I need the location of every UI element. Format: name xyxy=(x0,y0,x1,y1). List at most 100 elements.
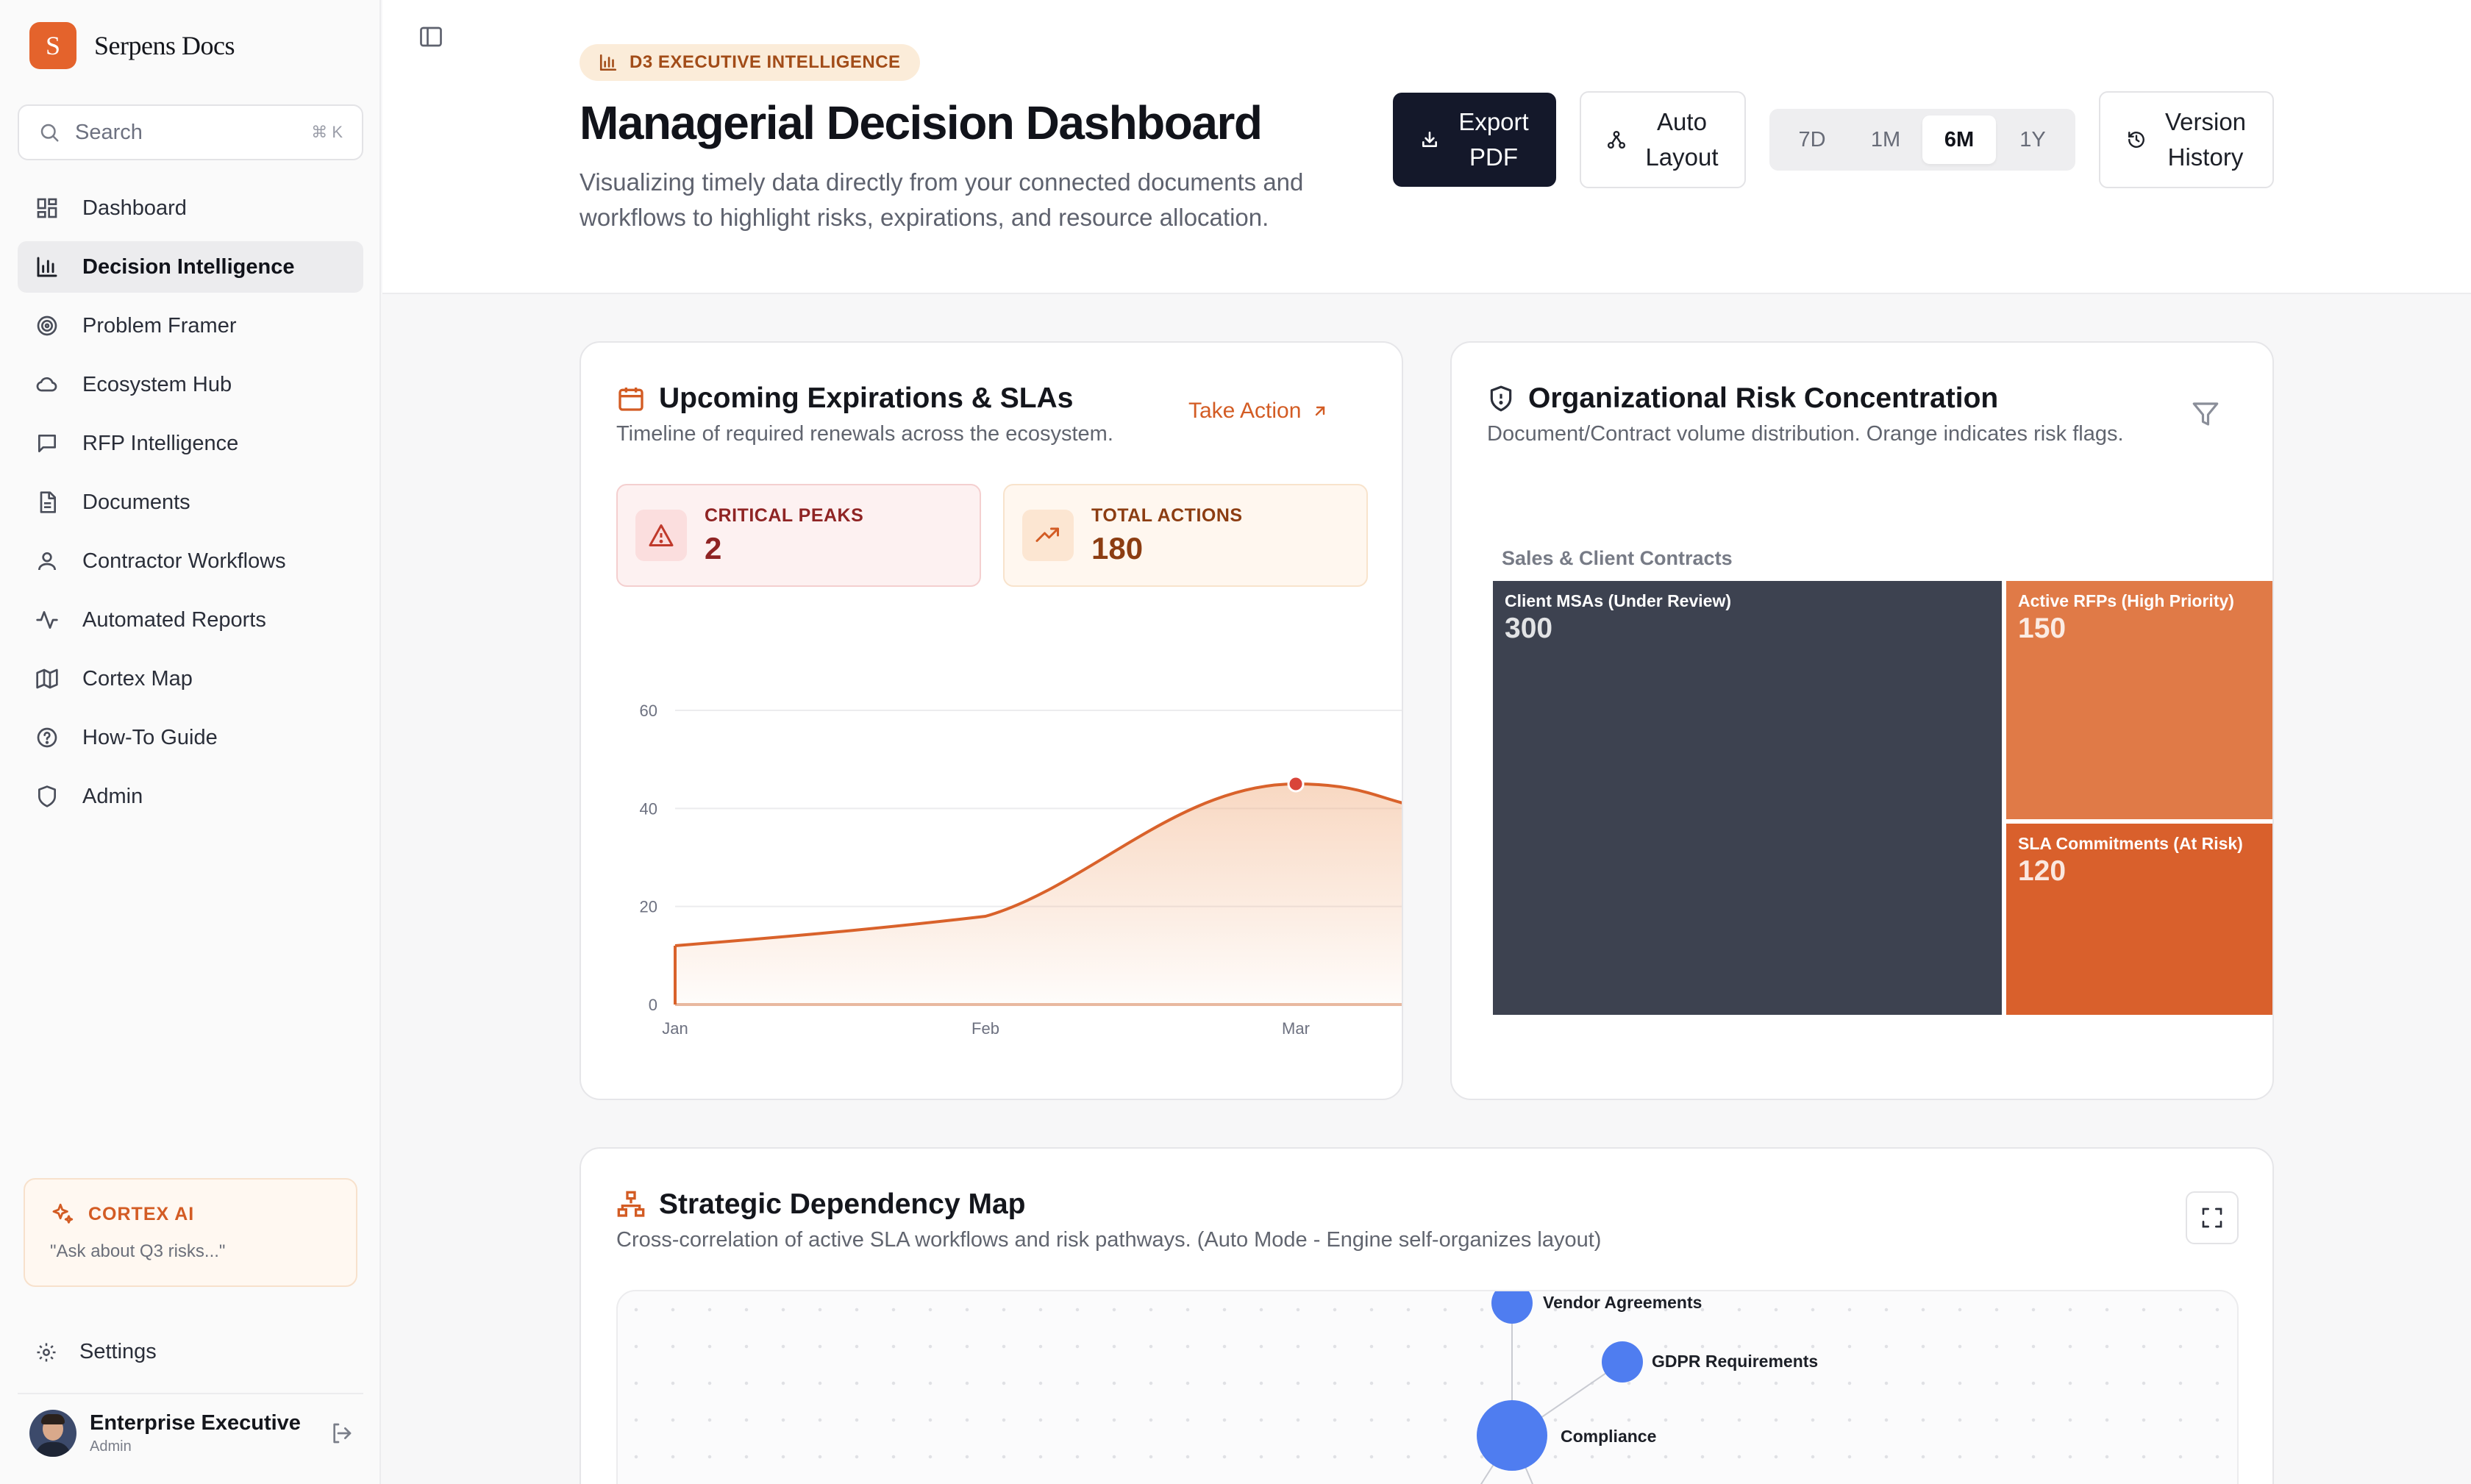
cortex-ai-card[interactable]: CORTEX AI "Ask about Q3 risks..." xyxy=(24,1178,357,1287)
cortex-ai-title: CORTEX AI xyxy=(88,1203,195,1224)
peak-point[interactable] xyxy=(1287,775,1305,793)
sidebar-item-contractor-workflows[interactable]: Contractor Workflows xyxy=(18,535,363,587)
y-tick-label: 20 xyxy=(640,898,657,916)
y-tick-label: 40 xyxy=(640,799,657,818)
version-history-button[interactable]: Version History xyxy=(2099,91,2274,188)
graph-node[interactable] xyxy=(1477,1400,1547,1471)
node-label: Compliance xyxy=(1561,1427,1657,1446)
treemap-group-label: Sales & Client Contracts xyxy=(1502,547,1733,569)
sidebar-item-how-to-guide[interactable]: How-To Guide xyxy=(18,712,363,763)
sidebar-item-label: Decision Intelligence xyxy=(82,254,295,279)
bar-chart-icon xyxy=(34,254,60,280)
user-info: Enterprise Executive Admin xyxy=(90,1411,329,1455)
auto-layout-button[interactable]: Auto Layout xyxy=(1580,91,1746,188)
settings-label: Settings xyxy=(79,1340,157,1363)
expand-button[interactable] xyxy=(2186,1191,2239,1244)
cortex-ai-header: CORTEX AI xyxy=(50,1202,331,1227)
time-range-selector: 7D 1M 6M 1Y xyxy=(1769,109,2075,171)
user-role: Admin xyxy=(90,1438,132,1455)
panel-left-icon xyxy=(420,26,442,47)
treemap-cell[interactable]: Active RFPs (High Priority) 150 xyxy=(2006,581,2272,819)
export-pdf-label: Export PDF xyxy=(1458,108,1529,171)
range-1m[interactable]: 1M xyxy=(1849,115,1922,164)
sidebar-item-dashboard[interactable]: Dashboard xyxy=(18,182,363,234)
file-text-icon xyxy=(34,489,60,516)
range-6m[interactable]: 6M xyxy=(1922,115,1996,164)
logout-icon[interactable] xyxy=(329,1421,353,1445)
x-tick-label: Feb xyxy=(971,1019,999,1038)
treemap-cell-value: 150 xyxy=(2018,613,2067,644)
filter-icon xyxy=(2192,402,2219,426)
maximize-icon xyxy=(2202,1207,2222,1228)
sidebar-item-label: Automated Reports xyxy=(82,607,266,632)
expirations-card: Upcoming Expirations & SLAs Timeline of … xyxy=(580,341,1403,1100)
grid-icon xyxy=(34,195,60,221)
sidebar-item-label: Contractor Workflows xyxy=(82,549,286,573)
node-label: Vendor Agreements xyxy=(1543,1293,1702,1312)
search-icon xyxy=(40,124,59,142)
cortex-ai-prompt: "Ask about Q3 risks..." xyxy=(50,1241,226,1261)
brand-logo: S xyxy=(29,22,76,69)
dependency-graph xyxy=(1477,1291,1643,1484)
sidebar-item-ecosystem-hub[interactable]: Ecosystem Hub xyxy=(18,359,363,410)
risk-subtitle: Document/Contract volume distribution. O… xyxy=(1487,422,2124,446)
filter-button[interactable] xyxy=(2190,399,2221,433)
auto-layout-label: Auto Layout xyxy=(1645,108,1719,171)
brand-name: Serpens Docs xyxy=(94,31,235,60)
graph-node[interactable] xyxy=(1491,1291,1533,1324)
sidebar: S Serpens Docs Search ⌘ K Dashboard Deci… xyxy=(0,0,381,1484)
shield-icon xyxy=(34,783,60,810)
settings-link[interactable]: Settings xyxy=(35,1340,157,1364)
sitemap-icon xyxy=(617,1191,645,1217)
sidebar-item-label: Admin xyxy=(82,784,143,808)
sidebar-item-decision-intelligence[interactable]: Decision Intelligence xyxy=(18,241,363,293)
treemap-cell[interactable]: SLA Commitments (At Risk) 120 xyxy=(2006,824,2272,1015)
dependency-title: Strategic Dependency Map xyxy=(616,1188,1025,1221)
bar-chart-icon xyxy=(599,54,617,71)
treemap-cell[interactable]: Client MSAs (Under Review) 300 xyxy=(1493,581,2002,1015)
range-7d[interactable]: 7D xyxy=(1775,115,1849,164)
sidebar-item-label: Problem Framer xyxy=(82,313,237,338)
sidebar-item-label: RFP Intelligence xyxy=(82,431,239,455)
network-icon xyxy=(1608,130,1626,149)
sidebar-item-label: Cortex Map xyxy=(82,666,193,691)
sidebar-item-cortex-map[interactable]: Cortex Map xyxy=(18,653,363,704)
download-icon xyxy=(1422,131,1438,147)
sidebar-item-label: How-To Guide xyxy=(82,725,218,749)
treemap-cell-name: Active RFPs (High Priority) xyxy=(2018,591,2234,610)
sidebar-toggle-button[interactable] xyxy=(418,24,444,54)
page-title: Managerial Decision Dashboard xyxy=(580,96,1263,149)
graph-node[interactable] xyxy=(1602,1341,1643,1383)
dependency-map-canvas[interactable]: Vendor Agreements GDPR Requirements Comp… xyxy=(616,1290,2239,1484)
sidebar-item-problem-framer[interactable]: Problem Framer xyxy=(18,300,363,352)
sidebar-item-label: Ecosystem Hub xyxy=(82,372,232,396)
treemap-cell-value: 300 xyxy=(1505,613,1553,644)
history-icon xyxy=(2128,132,2144,148)
dependency-subtitle: Cross-correlation of active SLA workflow… xyxy=(616,1228,1602,1252)
y-tick-label: 60 xyxy=(640,702,657,720)
sidebar-item-rfp-intelligence[interactable]: RFP Intelligence xyxy=(18,418,363,469)
sidebar-item-admin[interactable]: Admin xyxy=(18,771,363,822)
search-input[interactable]: Search ⌘ K xyxy=(18,104,363,160)
avatar xyxy=(29,1410,76,1457)
map-icon xyxy=(34,666,60,692)
treemap-cell-value: 120 xyxy=(2018,855,2067,887)
range-1y[interactable]: 1Y xyxy=(1996,115,2069,164)
version-history-label: Version History xyxy=(2164,108,2247,171)
x-tick-label: Mar xyxy=(1282,1019,1310,1038)
sidebar-item-automated-reports[interactable]: Automated Reports xyxy=(18,594,363,646)
treemap-cell-name: SLA Commitments (At Risk) xyxy=(2018,834,2243,853)
treemap-cell-name: Client MSAs (Under Review) xyxy=(1505,591,1731,610)
activity-icon xyxy=(34,607,60,633)
target-icon xyxy=(34,313,60,339)
node-label: GDPR Requirements xyxy=(1652,1352,1819,1371)
page-subtitle: Visualizing timely data directly from yo… xyxy=(580,168,1304,231)
x-tick-label: Jan xyxy=(662,1019,688,1038)
export-pdf-button[interactable]: Export PDF xyxy=(1393,93,1556,187)
sidebar-item-label: Documents xyxy=(82,490,190,514)
sidebar-item-documents[interactable]: Documents xyxy=(18,477,363,528)
message-square-icon xyxy=(34,430,60,457)
user-profile[interactable]: Enterprise Executive Admin xyxy=(29,1408,353,1459)
search-placeholder: Search xyxy=(75,120,143,144)
brand[interactable]: S Serpens Docs xyxy=(29,22,235,69)
